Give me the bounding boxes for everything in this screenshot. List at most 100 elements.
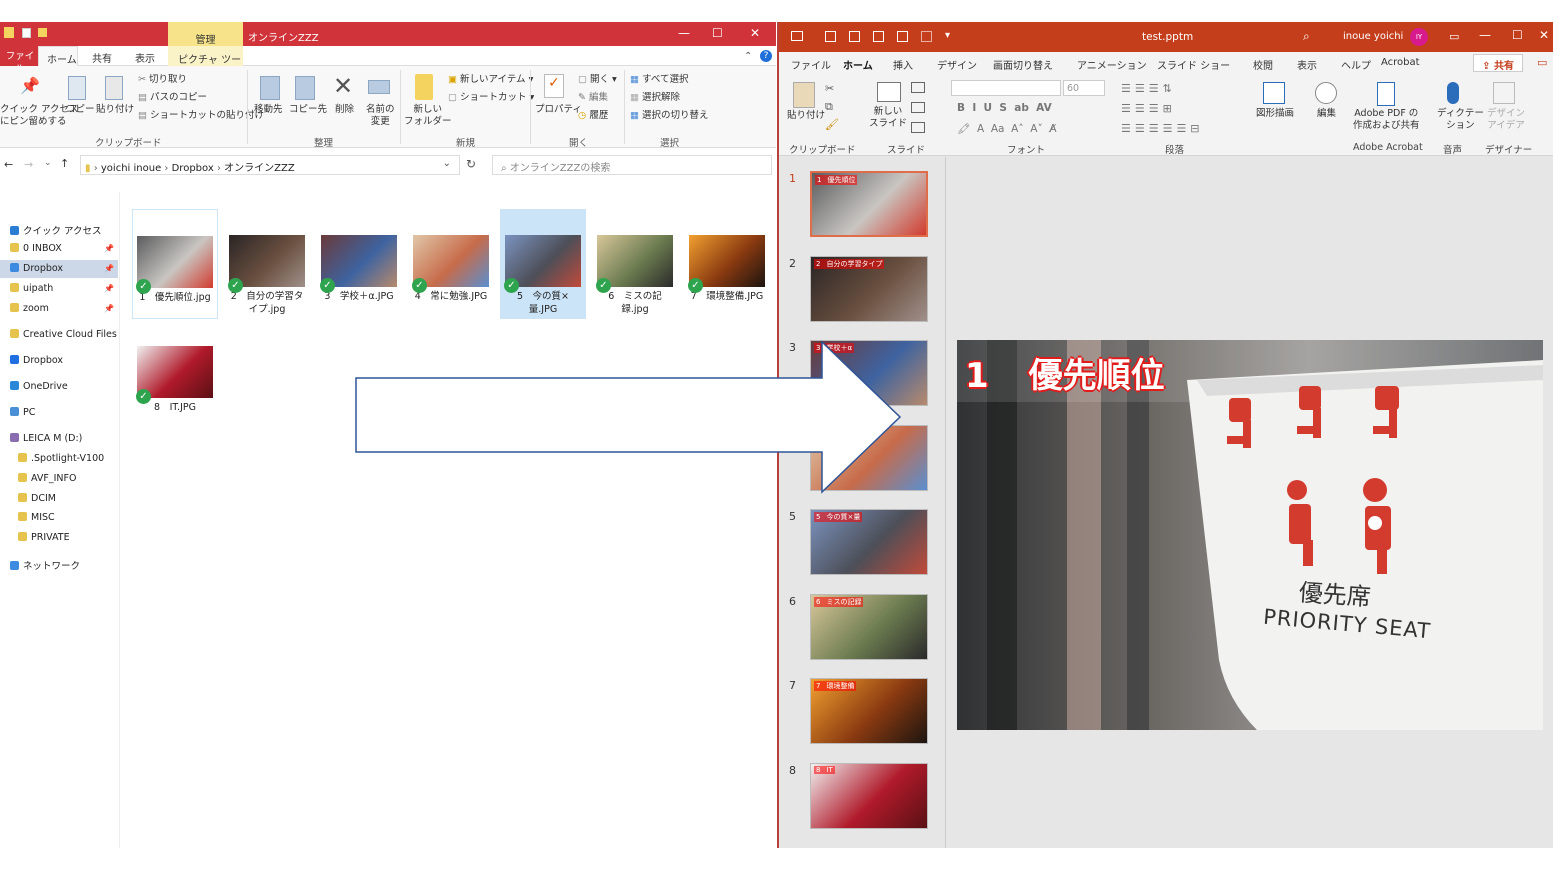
nav-item[interactable]: PRIVATE: [0, 529, 118, 547]
paste-button[interactable]: 貼り付け: [787, 110, 825, 122]
dictate-button[interactable]: ディクテー ション: [1437, 108, 1484, 132]
recent-chevron-icon[interactable]: ⌄: [44, 158, 52, 168]
cut-icon[interactable]: ✂: [825, 82, 834, 95]
avatar[interactable]: IY: [1410, 28, 1428, 46]
breadcrumb-user[interactable]: yoichi inoue: [101, 163, 161, 174]
nav-item[interactable]: Dropbox 📌: [0, 260, 118, 278]
nav-item[interactable]: LEICA M (D:): [0, 430, 118, 448]
back-arrow-icon[interactable]: ←: [4, 158, 13, 171]
layout-icon[interactable]: [911, 82, 925, 93]
user-name[interactable]: inoue yoichi: [1343, 31, 1403, 42]
ribbon-display-icon[interactable]: ▭: [1449, 30, 1459, 43]
tab-view[interactable]: 表示: [135, 50, 155, 65]
nav-item[interactable]: ネットワーク: [0, 555, 118, 573]
file-item[interactable]: ✓ 2 自分の学習タイプ.jpg: [224, 209, 310, 319]
create-pdf-button[interactable]: Adobe PDF の 作成および共有: [1353, 108, 1420, 132]
font-format-buttons[interactable]: B I U S ab AV: [957, 102, 1052, 114]
rename-button[interactable]: 名前の 変更: [366, 104, 395, 128]
file-item[interactable]: ✓ 6 ミスの記録.jpg: [592, 209, 678, 319]
indent-buttons[interactable]: ☰☰☰⊞: [1121, 102, 1176, 115]
delete-button[interactable]: 削除: [335, 104, 354, 116]
drawing-button[interactable]: 図形描画: [1256, 108, 1294, 120]
tab-file[interactable]: ファイル: [0, 46, 38, 75]
move-to-button[interactable]: 移動先: [254, 104, 283, 116]
nav-item[interactable]: クイック アクセス: [0, 220, 118, 238]
new-folder-icon[interactable]: [38, 28, 47, 37]
maximize-button[interactable]: ☐: [712, 26, 723, 40]
slide-thumbnail[interactable]: 6 ミスの記録: [810, 594, 928, 660]
tab-item[interactable]: デザイン: [937, 57, 977, 72]
forward-arrow-icon[interactable]: →: [24, 158, 33, 171]
slide-thumbnail[interactable]: 8 IT: [810, 763, 928, 829]
nav-item[interactable]: .Spotlight-V100: [0, 450, 118, 468]
nav-item[interactable]: OneDrive: [0, 378, 118, 396]
text-box-icon[interactable]: [825, 31, 836, 42]
shortcut-button[interactable]: ▢ ショートカット ▾: [448, 92, 534, 104]
autosave-icon[interactable]: [791, 31, 803, 41]
align-buttons[interactable]: ☰☰☰☰☰⊟: [1121, 122, 1204, 135]
search-icon[interactable]: ⌕: [1303, 29, 1310, 44]
file-item[interactable]: ✓ 5 今の質×量.JPG: [500, 209, 586, 319]
customize-qat-icon[interactable]: ▾: [945, 30, 950, 41]
reset-icon[interactable]: [911, 102, 925, 113]
refresh-icon[interactable]: ↻: [466, 157, 476, 171]
copy-to-button[interactable]: コピー先: [289, 104, 327, 116]
paste-button[interactable]: 貼り付け: [96, 104, 134, 116]
nav-item[interactable]: DCIM: [0, 490, 118, 508]
format-painter-icon[interactable]: 🖌: [825, 118, 839, 131]
slide-thumbnail[interactable]: 1 優先順位: [810, 171, 928, 237]
list-buttons[interactable]: ☰☰☰⇅: [1121, 82, 1176, 95]
comments-icon[interactable]: ▭: [1537, 56, 1547, 69]
slide-thumbnail[interactable]: 2 自分の学習タイプ: [810, 256, 928, 322]
new-item-button[interactable]: ▣ 新しいアイテム ▾: [448, 74, 533, 86]
slide-thumbnail[interactable]: 7 環境整備: [810, 678, 928, 744]
invert-selection-button[interactable]: ▦ 選択の切り替え: [630, 110, 709, 122]
tab-picture-tools[interactable]: ピクチャ ツール: [168, 46, 243, 81]
select-all-button[interactable]: ▦ すべて選択: [630, 74, 688, 86]
file-item[interactable]: ✓ 8 IT.JPG: [132, 320, 218, 430]
tab-item[interactable]: 画面切り替え: [993, 57, 1053, 72]
close-button[interactable]: ✕: [750, 26, 760, 40]
tab-home[interactable]: ホーム: [38, 46, 78, 67]
main-slide[interactable]: 1 優先順位 優先席 PRIORITY SEAT: [957, 340, 1543, 730]
tab-item[interactable]: 校閲: [1253, 57, 1273, 72]
search-input[interactable]: ⌕ オンラインZZZの検索: [492, 155, 772, 175]
select-none-button[interactable]: ▦ 選択解除: [630, 92, 680, 104]
save-icon[interactable]: [873, 31, 884, 42]
slide-thumbnail[interactable]: 5 今の質×量: [810, 509, 928, 575]
file-item[interactable]: ✓ 3 学校＋α.JPG: [316, 209, 402, 319]
file-item[interactable]: ✓ 4 常に勉強.JPG: [408, 209, 494, 319]
new-slide-button[interactable]: 新しい スライド: [869, 106, 907, 130]
tab-item[interactable]: 表示: [1297, 57, 1317, 72]
slide-title[interactable]: 1 優先順位: [957, 340, 1543, 402]
tab-item[interactable]: ヘルプ: [1341, 57, 1371, 72]
font-size-select[interactable]: 60: [1063, 80, 1105, 96]
breadcrumb-current[interactable]: オンラインZZZ: [224, 163, 295, 174]
tab-share[interactable]: 共有: [92, 50, 112, 65]
tab-item[interactable]: ファイル: [791, 57, 831, 72]
properties-icon[interactable]: [22, 28, 31, 38]
copy-path-button[interactable]: ▤ パスのコピー: [138, 92, 207, 104]
cut-button[interactable]: ✂ 切り取り: [138, 74, 187, 86]
design-ideas-button[interactable]: デザイン アイデア: [1487, 108, 1525, 132]
tab-item[interactable]: アニメーション: [1077, 57, 1147, 72]
font-color-buttons[interactable]: 🖍 A Aa A˄ A˅ A̸: [957, 122, 1057, 135]
breadcrumb-dropbox[interactable]: Dropbox: [172, 163, 214, 174]
font-name-select[interactable]: [951, 80, 1061, 96]
minimize-button[interactable]: —: [1479, 28, 1491, 42]
copy-button[interactable]: コピー: [66, 104, 95, 116]
history-button[interactable]: ◷ 履歴: [578, 110, 608, 122]
tab-item[interactable]: Acrobat: [1381, 57, 1420, 68]
address-dropdown-icon[interactable]: ⌄: [443, 158, 451, 169]
tab-item[interactable]: 挿入: [893, 57, 913, 72]
new-folder-button[interactable]: 新しい フォルダー: [404, 104, 452, 128]
open-folder-icon[interactable]: [849, 31, 860, 42]
tab-item[interactable]: スライド ショー: [1157, 57, 1230, 72]
close-button[interactable]: ✕: [1539, 28, 1549, 42]
section-icon[interactable]: [911, 122, 925, 133]
nav-item[interactable]: Dropbox: [0, 352, 118, 370]
nav-item[interactable]: 0 INBOX 📌: [0, 240, 118, 258]
close-doc-icon[interactable]: [921, 31, 932, 42]
maximize-button[interactable]: ☐: [1512, 28, 1523, 42]
address-box[interactable]: ▮ › yoichi inoue › Dropbox › オンラインZZZ ⌄: [80, 155, 460, 175]
